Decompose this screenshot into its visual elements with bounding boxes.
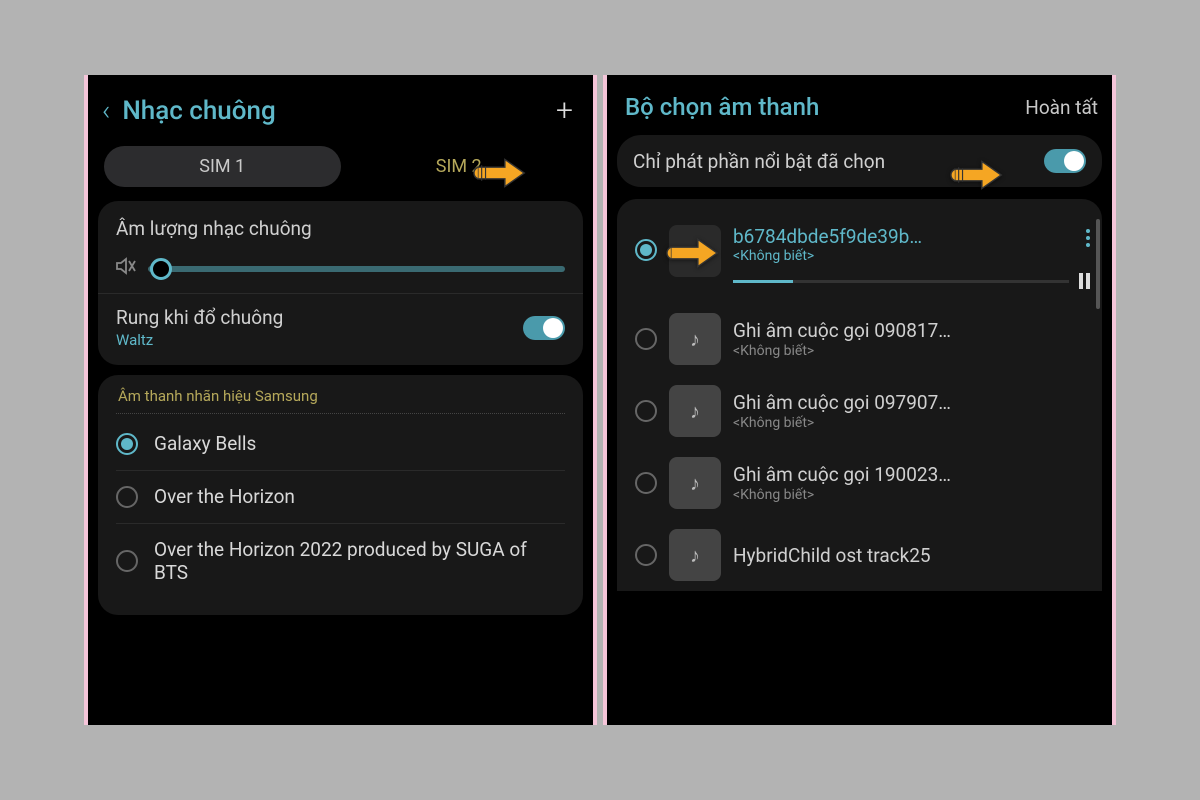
mute-icon: [116, 256, 138, 281]
sim-tabs: SIM 1 SIM 2: [88, 140, 593, 201]
sound-item[interactable]: ♪ HybridChild ost track25: [631, 519, 1094, 591]
sound-title: Ghi âm cuộc gọi 090817…: [733, 319, 1090, 342]
sound-item[interactable]: b6784dbde5f9de39b… <Không biết>: [631, 211, 1094, 303]
sound-title: Ghi âm cuộc gọi 097907…: [733, 391, 1090, 414]
sound-thumbnail: ♪: [669, 457, 721, 509]
sound-sub: <Không biết>: [733, 343, 1090, 359]
header: Bộ chọn âm thanh Hoàn tất: [607, 75, 1112, 135]
sound-title: Ghi âm cuộc gọi 190023…: [733, 463, 1090, 486]
playback-row: [733, 273, 1090, 289]
radio-unselected[interactable]: [635, 400, 657, 422]
tone-item[interactable]: Over the Horizon 2022 produced by SUGA o…: [116, 523, 565, 600]
back-icon[interactable]: ‹: [102, 94, 110, 127]
sound-thumbnail: [669, 225, 721, 277]
more-icon[interactable]: [1086, 229, 1090, 247]
sound-sub: <Không biết>: [733, 415, 1090, 431]
page-title: Bộ chọn âm thanh: [625, 93, 819, 121]
sound-item[interactable]: ♪ Ghi âm cuộc gọi 090817… <Không biết>: [631, 303, 1094, 375]
screen-ringtone-settings: ‹ Nhạc chuông + SIM 1 SIM 2 Âm lượng nhạ…: [84, 75, 597, 725]
highlight-toggle-row[interactable]: Chỉ phát phần nổi bật đã chọn: [617, 135, 1102, 187]
tone-label: Over the Horizon: [154, 485, 295, 509]
vibrate-sub: Waltz: [116, 331, 283, 349]
brand-tones-section: Âm thanh nhãn hiệu Samsung Galaxy Bells …: [98, 375, 583, 615]
sound-sub: <Không biết>: [733, 248, 1078, 264]
slider-thumb[interactable]: [150, 258, 172, 280]
highlight-label: Chỉ phát phần nổi bật đã chọn: [633, 150, 885, 173]
tone-item[interactable]: Galaxy Bells: [116, 418, 565, 470]
volume-slider-row: [116, 256, 565, 281]
vibrate-label: Rung khi đổ chuông: [116, 306, 283, 329]
volume-slider[interactable]: [148, 266, 565, 272]
radio-unselected[interactable]: [635, 544, 657, 566]
sound-item[interactable]: ♪ Ghi âm cuộc gọi 190023… <Không biết>: [631, 447, 1094, 519]
volume-label: Âm lượng nhạc chuông: [116, 217, 565, 240]
sound-list: b6784dbde5f9de39b… <Không biết> ♪: [617, 199, 1102, 591]
sound-thumbnail: ♪: [669, 529, 721, 581]
tone-list: Galaxy Bells Over the Horizon Over the H…: [116, 418, 565, 599]
progress-bar[interactable]: [733, 280, 1069, 283]
sound-title: b6784dbde5f9de39b…: [733, 225, 1078, 248]
sound-thumbnail: ♪: [669, 313, 721, 365]
page-title: Nhạc chuông: [122, 96, 538, 126]
sound-sub: <Không biết>: [733, 487, 1090, 503]
tone-label: Galaxy Bells: [154, 432, 256, 456]
volume-section: Âm lượng nhạc chuông Rung khi đổ chuông …: [98, 201, 583, 365]
pause-icon[interactable]: [1079, 273, 1090, 289]
radio-unselected[interactable]: [116, 486, 138, 508]
sound-title: HybridChild ost track25: [733, 544, 1090, 567]
scrollbar[interactable]: [1096, 219, 1100, 599]
done-button[interactable]: Hoàn tất: [1025, 96, 1098, 119]
tab-sim1[interactable]: SIM 1: [104, 146, 341, 187]
tone-label: Over the Horizon 2022 produced by SUGA o…: [154, 538, 565, 586]
tone-item[interactable]: Over the Horizon: [116, 470, 565, 523]
radio-unselected[interactable]: [635, 472, 657, 494]
vibrate-toggle[interactable]: [523, 316, 565, 340]
radio-unselected[interactable]: [635, 328, 657, 350]
sound-item[interactable]: ♪ Ghi âm cuộc gọi 097907… <Không biết>: [631, 375, 1094, 447]
radio-unselected[interactable]: [116, 550, 138, 572]
radio-selected[interactable]: [116, 433, 138, 455]
sound-thumbnail: ♪: [669, 385, 721, 437]
brand-header: Âm thanh nhãn hiệu Samsung: [116, 387, 565, 414]
vibrate-row[interactable]: Rung khi đổ chuông Waltz: [116, 306, 565, 349]
add-button[interactable]: +: [556, 93, 573, 128]
highlight-toggle[interactable]: [1044, 149, 1086, 173]
header: ‹ Nhạc chuông +: [88, 75, 593, 140]
screen-sound-picker: Bộ chọn âm thanh Hoàn tất Chỉ phát phần …: [603, 75, 1116, 725]
radio-selected[interactable]: [635, 239, 657, 261]
tab-sim2[interactable]: SIM 2: [341, 146, 578, 187]
